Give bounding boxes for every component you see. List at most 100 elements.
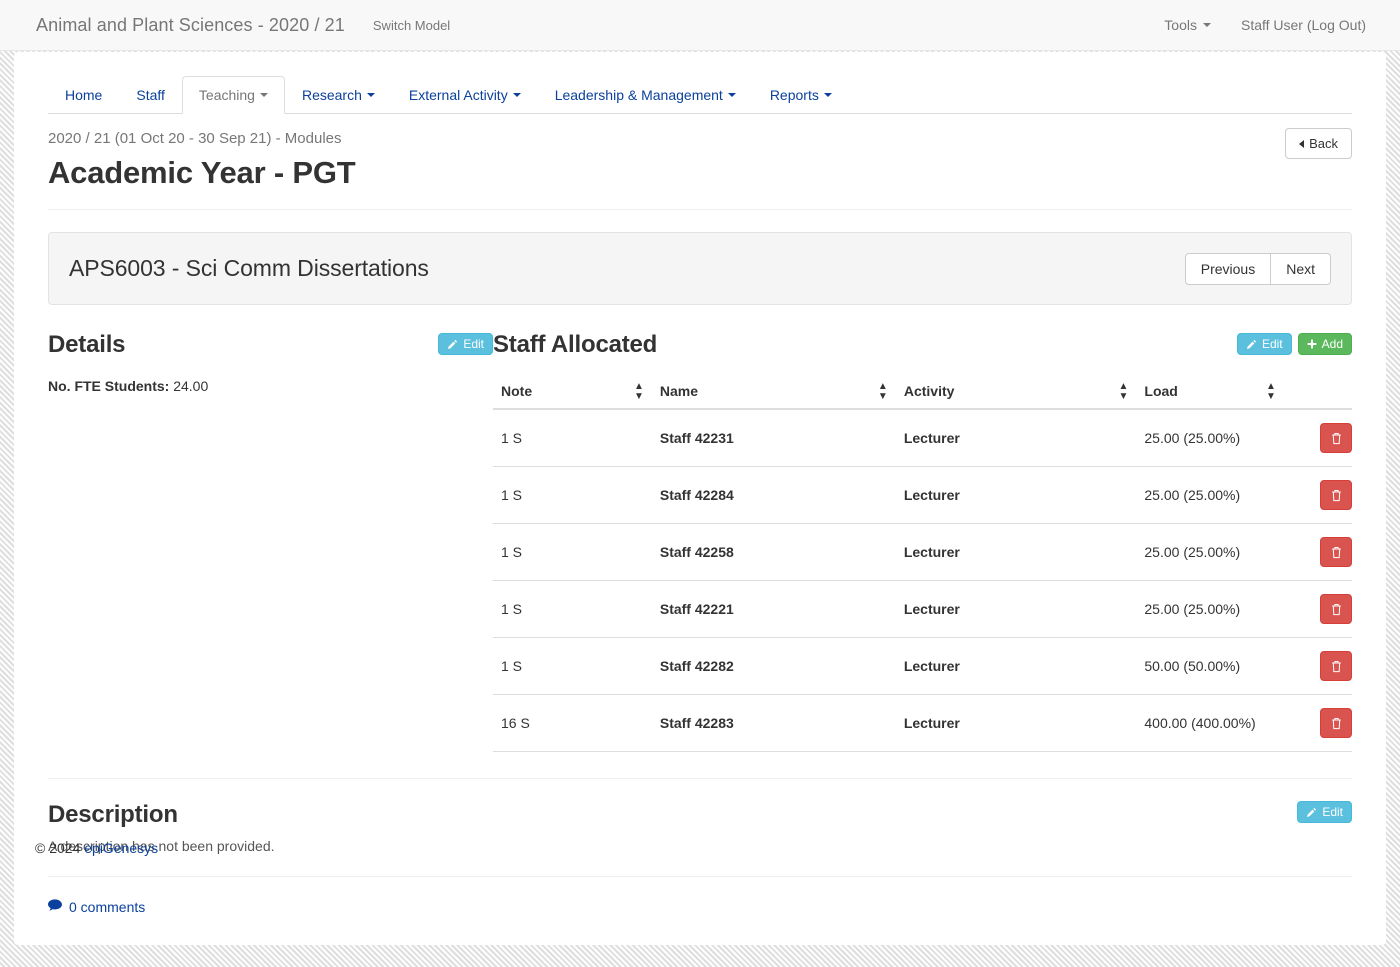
switch-model-link[interactable]: Switch Model — [373, 18, 450, 33]
staff-allocated-title: Staff Allocated — [493, 331, 658, 358]
details-title: Details — [48, 331, 126, 358]
tab-external-activity[interactable]: External Activity — [392, 76, 538, 114]
details-edit-button[interactable]: Edit — [438, 333, 493, 355]
chevron-down-icon — [1202, 23, 1211, 27]
trash-icon — [1331, 489, 1342, 502]
delete-row-button[interactable] — [1320, 651, 1352, 681]
description-edit-label: Edit — [1322, 805, 1343, 819]
table-row: 1 S Staff 42284 Lecturer 25.00 (25.00%) — [493, 466, 1352, 524]
module-title: APS6003 - Sci Comm Dissertations — [69, 255, 429, 281]
breadcrumb: 2020 / 21 (01 Oct 20 - 30 Sep 21) - Modu… — [48, 130, 342, 147]
tab-research-label: Research — [301, 87, 362, 103]
delete-row-button[interactable] — [1320, 480, 1352, 510]
delete-row-button[interactable] — [1320, 708, 1352, 738]
delete-row-button[interactable] — [1320, 537, 1352, 567]
delete-row-button[interactable] — [1320, 594, 1352, 624]
cell-activity: Lecturer — [895, 694, 1137, 752]
fte-students-label: No. FTE Students: — [48, 378, 170, 394]
staff-add-button[interactable]: Add — [1297, 333, 1352, 355]
chevron-down-icon — [512, 93, 521, 97]
chevron-down-icon — [366, 93, 375, 97]
tools-menu-label: Tools — [1164, 17, 1197, 33]
staff-edit-button[interactable]: Edit — [1236, 333, 1292, 355]
tab-staff[interactable]: Staff — [119, 76, 182, 114]
cell-name: Staff 42231 — [651, 409, 896, 467]
description-edit-button[interactable]: Edit — [1297, 801, 1352, 823]
staff-allocated-section: Staff Allocated Edit Add Note ▲ ▼ Name ▲… — [493, 331, 1352, 752]
plus-icon — [1307, 339, 1317, 349]
cell-actions — [1283, 409, 1352, 467]
sort-icon: ▲ ▼ — [1266, 380, 1276, 402]
sort-icon: ▲ ▼ — [1118, 380, 1129, 402]
table-row: 1 S Staff 42258 Lecturer 25.00 (25.00%) — [493, 523, 1352, 581]
previous-button[interactable]: Previous — [1184, 252, 1272, 285]
column-header-note-label: Note — [501, 383, 533, 399]
details-header: Details Edit — [48, 331, 493, 365]
staff-table-body: 1 S Staff 42231 Lecturer 25.00 (25.00%) — [493, 409, 1352, 752]
column-header-note[interactable]: Note ▲ ▼ — [493, 375, 652, 410]
cell-activity: Lecturer — [895, 580, 1137, 638]
trash-icon — [1331, 546, 1342, 559]
tools-menu[interactable]: Tools — [1164, 17, 1211, 33]
details-edit-label: Edit — [463, 337, 484, 351]
brand-title: Animal and Plant Sciences - 2020 / 21 — [36, 14, 345, 35]
column-header-activity[interactable]: Activity ▲ ▼ — [895, 375, 1137, 410]
divider — [48, 876, 1352, 877]
tab-leadership-management-label: Leadership & Management — [554, 87, 723, 103]
comments-link[interactable]: 0 comments — [48, 899, 145, 915]
cell-note: 1 S — [493, 637, 652, 695]
cell-actions — [1283, 523, 1352, 581]
staff-allocated-table: Note ▲ ▼ Name ▲ ▼ Activity ▲ ▼ Load ▲ ▼ … — [493, 375, 1352, 752]
cell-note: 1 S — [493, 580, 652, 638]
tab-leadership-management[interactable]: Leadership & Management — [538, 76, 753, 114]
cell-note: 1 S — [493, 523, 652, 581]
trash-icon — [1331, 603, 1342, 616]
trash-icon — [1331, 660, 1342, 673]
cell-load: 400.00 (400.00%) — [1136, 694, 1284, 752]
details-section: Details Edit No. FTE Students: 24.00 — [48, 331, 493, 752]
pencil-icon — [447, 339, 458, 350]
comment-bubble-icon — [48, 899, 62, 915]
main-content-panel: Home Staff Teaching Research External Ac… — [14, 52, 1386, 945]
details-actions: Edit — [438, 333, 493, 355]
next-button[interactable]: Next — [1270, 252, 1331, 285]
tab-teaching-label: Teaching — [198, 87, 255, 103]
column-header-activity-label: Activity — [903, 383, 955, 399]
chevron-left-icon — [1299, 139, 1305, 148]
chevron-down-icon — [259, 93, 268, 97]
page-title: Academic Year - PGT — [48, 155, 356, 190]
pencil-icon — [1246, 339, 1257, 350]
user-logout-link[interactable]: Staff User (Log Out) — [1241, 17, 1366, 33]
chevron-down-icon — [823, 93, 832, 97]
table-row: 16 S Staff 42283 Lecturer 400.00 (400.00… — [493, 694, 1352, 752]
table-row: 1 S Staff 42282 Lecturer 50.00 (50.00%) — [493, 637, 1352, 695]
cell-note: 1 S — [493, 466, 652, 524]
tab-staff-label: Staff — [136, 87, 165, 103]
column-header-name-label: Name — [659, 383, 698, 399]
tab-reports[interactable]: Reports — [753, 76, 849, 114]
trash-icon — [1331, 432, 1342, 445]
column-header-load[interactable]: Load ▲ ▼ — [1136, 375, 1284, 410]
tab-home-label: Home — [65, 87, 103, 103]
cell-note: 1 S — [493, 409, 652, 467]
tab-research[interactable]: Research — [285, 76, 392, 114]
cell-name: Staff 42258 — [651, 523, 896, 581]
cell-name: Staff 42283 — [651, 694, 896, 752]
cell-load: 25.00 (25.00%) — [1136, 409, 1284, 467]
tab-home[interactable]: Home — [48, 76, 119, 114]
sort-icon: ▲ ▼ — [633, 380, 644, 402]
table-row: 1 S Staff 42231 Lecturer 25.00 (25.00%) — [493, 409, 1352, 467]
cell-load: 25.00 (25.00%) — [1136, 523, 1284, 581]
cell-activity: Lecturer — [895, 637, 1137, 695]
staff-table-head: Note ▲ ▼ Name ▲ ▼ Activity ▲ ▼ Load ▲ ▼ — [493, 375, 1352, 410]
epigenesys-link[interactable]: epiGenesys — [84, 840, 158, 856]
back-button[interactable]: Back — [1285, 128, 1352, 159]
trash-icon — [1331, 717, 1342, 730]
tab-teaching[interactable]: Teaching — [181, 76, 285, 114]
column-header-name[interactable]: Name ▲ ▼ — [651, 375, 896, 410]
delete-row-button[interactable] — [1320, 423, 1352, 453]
primary-nav-tabs: Home Staff Teaching Research External Ac… — [48, 52, 1352, 114]
tab-external-activity-label: External Activity — [408, 87, 508, 103]
column-header-load-label: Load — [1144, 383, 1178, 399]
cell-load: 25.00 (25.00%) — [1136, 466, 1284, 524]
